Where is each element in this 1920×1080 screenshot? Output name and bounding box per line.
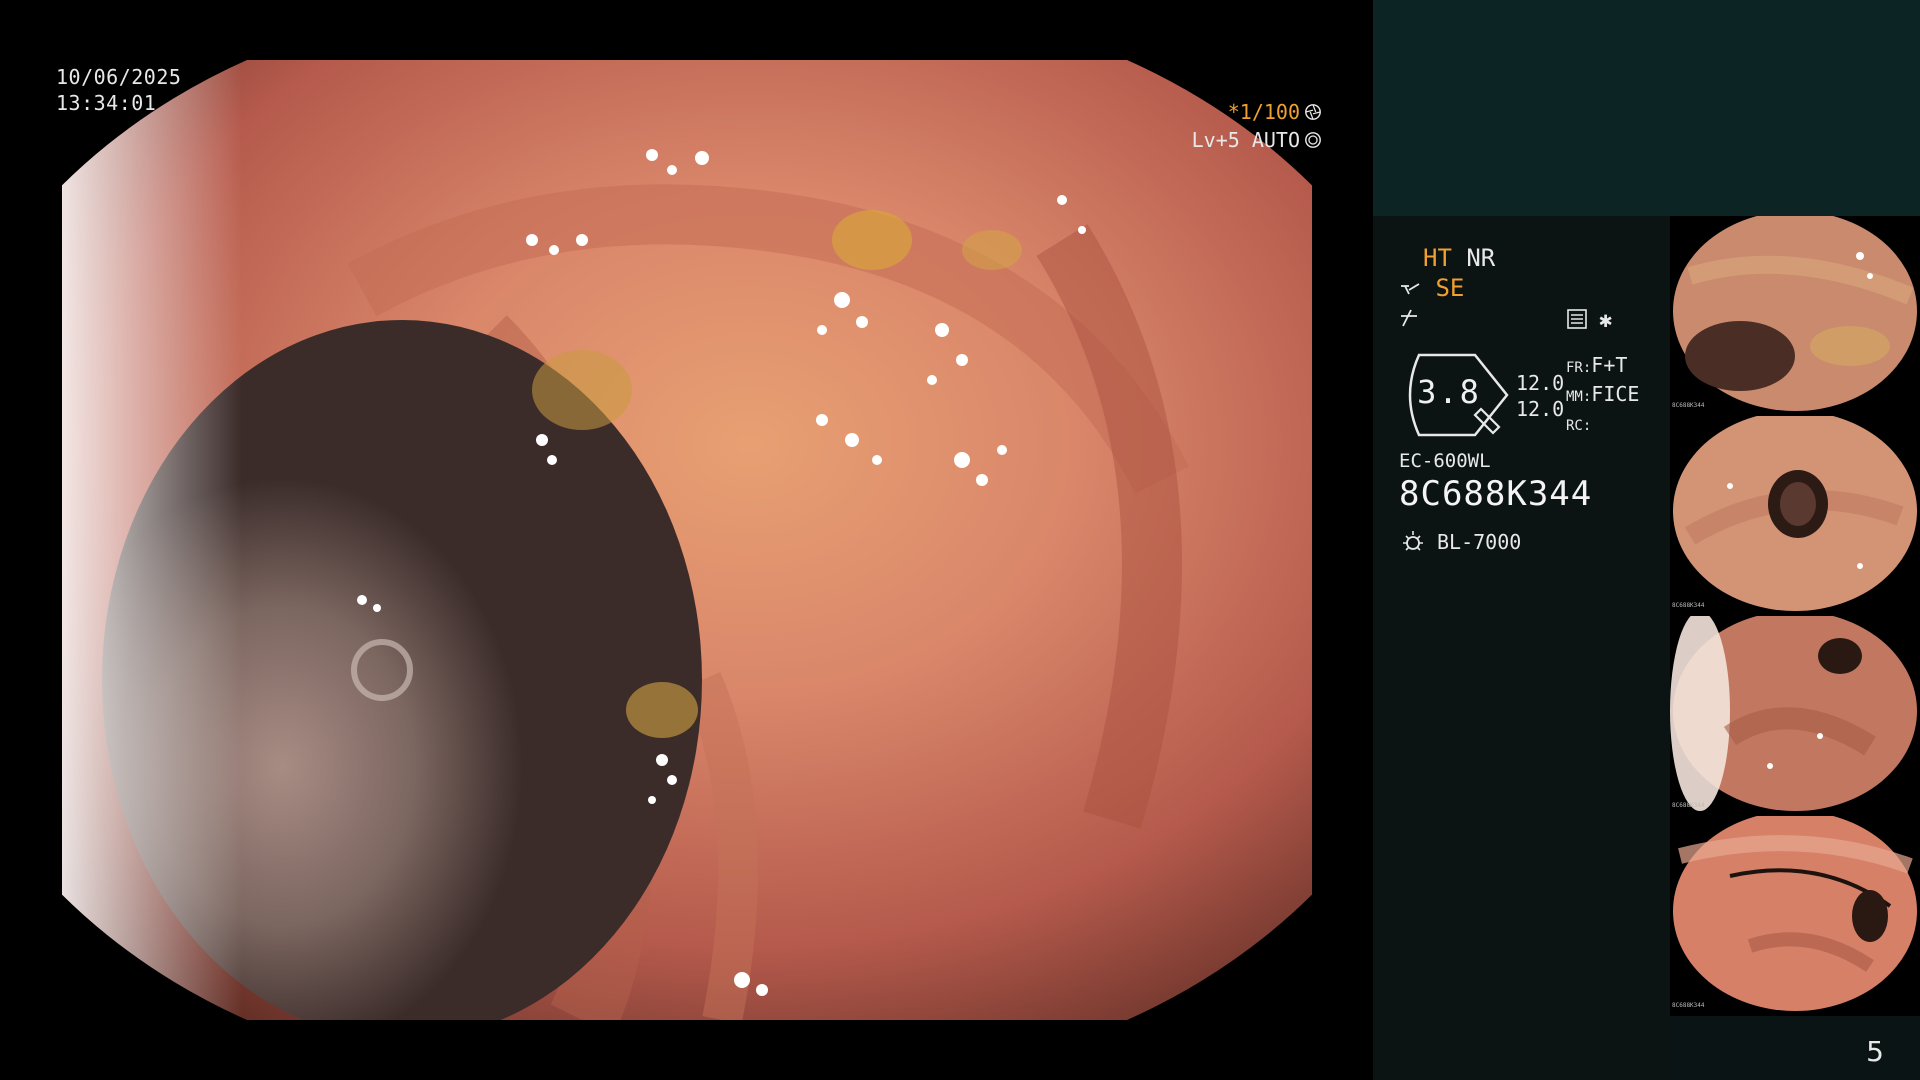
mm-value: FICE bbox=[1591, 382, 1640, 406]
thumbnail-serial: 8C688K344 bbox=[1672, 1002, 1705, 1009]
param-value-1: 12.0 bbox=[1516, 371, 1565, 395]
scope-model-text: EC-600WL bbox=[1399, 450, 1491, 472]
thumbnail-serial: 8C688K344 bbox=[1672, 402, 1705, 409]
thumbnail-image bbox=[1673, 216, 1917, 411]
ht-nr-row: HT NR bbox=[1423, 244, 1495, 272]
rc-label: RC: bbox=[1566, 418, 1592, 434]
right-info-panel: HT NR SE ✱ 3.8 12.0 12.0 FR:F+T MM:FICE … bbox=[1373, 0, 1920, 1080]
date-text: 10/06/2025 bbox=[56, 65, 182, 89]
ht-label: HT bbox=[1423, 244, 1452, 272]
endoscopy-screen: 10/06/2025 13:34:01 *1/100 Lv+5 AUTO HT … bbox=[0, 0, 1920, 1080]
colon-mucosa-image bbox=[62, 60, 1312, 1020]
fr-value: F+T bbox=[1591, 353, 1628, 377]
exposure-level-text: Lv+5 AUTO bbox=[1191, 128, 1300, 152]
panel-header-area bbox=[1373, 0, 1920, 216]
captured-thumbnails: 8C688K344 8C688K344 8C688K344 8C688K344 bbox=[1670, 216, 1920, 1016]
shutter-speed-text: *1/100 bbox=[1227, 100, 1300, 124]
scope-serial-text: 8C688K344 bbox=[1399, 474, 1593, 514]
thumbnail-1[interactable]: 8C688K344 bbox=[1670, 216, 1920, 416]
exposure-icon bbox=[1305, 132, 1321, 148]
se-row: SE bbox=[1399, 274, 1464, 302]
aperture-icon bbox=[1305, 104, 1321, 120]
time-text: 13:34:01 bbox=[56, 91, 157, 115]
thumbnail-3[interactable]: 8C688K344 bbox=[1670, 616, 1920, 816]
param-value-2: 12.0 bbox=[1516, 397, 1565, 421]
gauge-value-text: 3.8 bbox=[1417, 373, 1481, 411]
structure-enhance-icon bbox=[1401, 283, 1420, 295]
edge-icon bbox=[1401, 309, 1417, 327]
level-line: Lv+5 AUTO bbox=[1192, 126, 1322, 154]
processor-settings: HT NR SE ✱ 3.8 12.0 12.0 FR:F+T MM:FICE … bbox=[1373, 216, 1669, 1080]
main-endoscope-view: 10/06/2025 13:34:01 *1/100 Lv+5 AUTO bbox=[0, 0, 1373, 1080]
image-count: 5 bbox=[1866, 1035, 1884, 1068]
mm-label: MM: bbox=[1566, 389, 1592, 405]
se-label: SE bbox=[1435, 274, 1465, 302]
thumbnail-4[interactable]: 8C688K344 bbox=[1670, 816, 1920, 1016]
exposure-info: *1/100 Lv+5 AUTO bbox=[1192, 98, 1322, 154]
shutter-line: *1/100 bbox=[1192, 98, 1322, 126]
thumbnail-2[interactable]: 8C688K344 bbox=[1670, 416, 1920, 616]
fr-label: FR: bbox=[1566, 360, 1592, 376]
light-source-text: BL-7000 bbox=[1437, 530, 1522, 554]
endoscope-live-image bbox=[62, 60, 1312, 1020]
light-source-icon bbox=[1403, 531, 1423, 551]
thumbnail-serial: 8C688K344 bbox=[1672, 602, 1705, 609]
enhancement-gauge: 3.8 bbox=[1399, 351, 1511, 439]
light-source-row: BL-7000 bbox=[1399, 528, 1521, 556]
param-values: 12.0 12.0 bbox=[1516, 370, 1564, 422]
nr-label: NR bbox=[1466, 244, 1496, 272]
date-time-readout: 10/06/2025 13:34:01 bbox=[56, 64, 181, 116]
thumbnail-image bbox=[1673, 416, 1917, 611]
thumbnail-serial: 8C688K344 bbox=[1672, 802, 1705, 809]
thumbnail-image bbox=[1673, 816, 1917, 1011]
thumbnail-image bbox=[1670, 616, 1917, 811]
asterisk-icon: ✱ bbox=[1599, 308, 1613, 333]
param-settings: FR:F+T MM:FICE RC: bbox=[1566, 352, 1639, 439]
memory-settings-icon bbox=[1567, 309, 1587, 329]
